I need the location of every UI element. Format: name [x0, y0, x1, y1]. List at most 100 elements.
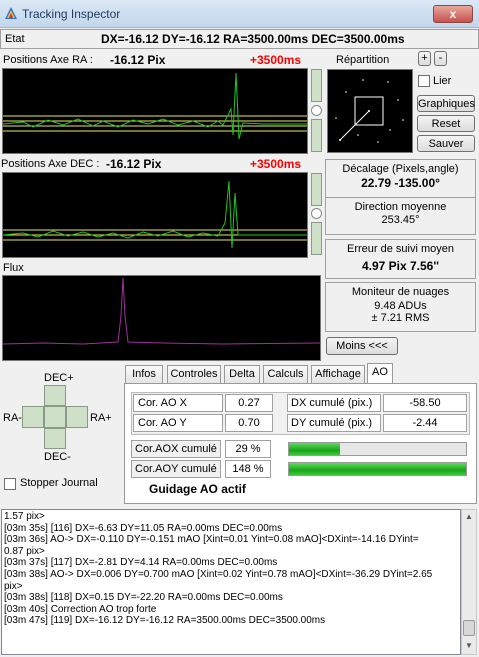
title-bar: Tracking Inspector x [0, 0, 479, 28]
flux-trace [2, 277, 321, 345]
pad-dec-plus-label: DEC+ [44, 372, 74, 384]
direction-value: 253.45° [381, 214, 420, 226]
moniteur-box: Moniteur de nuages 9.48 ADUs ± 7.21 RMS [325, 282, 476, 332]
decalage-box: Décalage (Pixels,angle) 22.79 -135.00° [325, 159, 476, 199]
flux-graph [2, 275, 321, 361]
direction-title: Direction moyenne [354, 201, 447, 213]
lier-label: Lier [433, 75, 452, 87]
ao-status: Guidage AO actif [149, 482, 246, 496]
reset-button[interactable]: Reset [417, 115, 475, 132]
cor-x-value: 0.27 [225, 394, 273, 412]
zoom-minus-button[interactable]: - [434, 51, 447, 66]
cor-y-label: Cor. AO Y [133, 414, 223, 432]
dx-cumule-value: -58.50 [383, 394, 467, 412]
log-line: [03m 38s] AO-> DX=0.006 DY=0.700 mAO [Xi… [4, 568, 433, 580]
stopper-checkbox[interactable] [4, 478, 16, 490]
dec-scale-down[interactable] [311, 222, 322, 255]
aoy-progress-fill [289, 463, 466, 475]
log-scrollbar[interactable]: ▲ ▼ [461, 509, 477, 655]
moniteur-rms: ± 7.21 RMS [371, 312, 430, 324]
pad-ra-minus-button[interactable] [22, 406, 44, 428]
aoy-cumule-label: Cor.AOY cumulé [131, 460, 221, 478]
ao-panel: Cor. AO X 0.27 DX cumulé (pix.) -58.50 C… [124, 383, 477, 504]
pad-ra-plus-button[interactable] [66, 406, 88, 428]
dec-label: Positions Axe DEC : [1, 158, 100, 170]
ra-radio[interactable] [311, 105, 322, 116]
log-line: [03m 35s] [116] DX=-6.63 DY=11.05 RA=0.0… [4, 522, 283, 534]
log-line: [03m 47s] [119] DX=-16.12 DY=-16.12 RA=3… [4, 615, 326, 627]
dy-cumule-label: DY cumulé (pix.) [287, 414, 381, 432]
erreur-box: Erreur de suivi moyen 4.97 Pix 7.56'' [325, 239, 476, 279]
cor-x-label: Cor. AO X [133, 394, 223, 412]
dx-cumule-label: DX cumulé (pix.) [287, 394, 381, 412]
repartition-scatter [335, 79, 404, 143]
aox-cumule-label: Cor.AOX cumulé [131, 440, 221, 458]
etat-bar: Etat DX=-16.12 DY=-16.12 RA=3500.00ms DE… [0, 29, 479, 49]
pad-center [44, 406, 66, 428]
app-prism-icon [5, 7, 17, 19]
moins-button[interactable]: Moins <<< [326, 337, 398, 355]
scroll-down-icon[interactable]: ▼ [463, 640, 475, 652]
dec-ms: +3500ms [250, 157, 302, 171]
dec-scale-up[interactable] [311, 173, 322, 206]
tab-infos[interactable]: Infos [125, 365, 163, 384]
pad-dec-minus-button[interactable] [44, 428, 66, 449]
close-button[interactable]: x [433, 5, 473, 23]
pad-ra-plus-label: RA+ [90, 412, 112, 424]
dec-graph [2, 172, 308, 258]
dec-pix: -16.12 Pix [106, 157, 162, 171]
scroll-thumb[interactable] [463, 620, 475, 636]
log-line: [03m 38s] [118] DX=0.15 DY=-22.20 RA=0.0… [4, 592, 283, 604]
graphiques-button[interactable]: Graphiques [417, 95, 475, 112]
pad-dec-plus-button[interactable] [44, 385, 66, 406]
moniteur-adu: 9.48 ADUs [374, 300, 427, 312]
direction-box: Direction moyenne 253.45° [325, 197, 476, 235]
ra-scale-down[interactable] [311, 119, 322, 152]
erreur-value: 4.97 Pix 7.56'' [361, 259, 440, 273]
repartition-label: Répartition [336, 54, 390, 66]
decalage-value: 22.79 -135.00° [361, 176, 440, 190]
tab-delta[interactable]: Delta [224, 365, 260, 384]
ra-graph [2, 68, 308, 154]
aox-cumule-value: 29 % [225, 440, 271, 458]
aox-progress-fill [289, 443, 341, 455]
dy-cumule-value: -2.44 [383, 414, 467, 432]
erreur-title: Erreur de suivi moyen [347, 243, 454, 255]
repartition-plot [327, 69, 413, 153]
log-line: 1.57 pix> [4, 511, 45, 522]
aoy-progress-bar [288, 462, 467, 476]
journal-log[interactable]: 1.57 pix> [03m 35s] [116] DX=-6.63 DY=11… [1, 509, 461, 655]
ra-scale-up[interactable] [311, 69, 322, 102]
ra-pix: -16.12 Pix [110, 53, 166, 67]
log-line: [03m 40s] Correction AO trop forte [4, 603, 157, 615]
log-line: [03m 37s] [117] DX=-2.81 DY=4.14 RA=0.00… [4, 557, 278, 569]
tab-controles[interactable]: Controles [167, 365, 221, 384]
log-line: pix> [4, 580, 23, 592]
window-title: Tracking Inspector [22, 7, 121, 21]
decalage-title: Décalage (Pixels,angle) [342, 163, 459, 175]
flux-label: Flux [3, 262, 24, 274]
ra-trace [2, 72, 307, 140]
dec-radio[interactable] [311, 208, 322, 219]
etat-value: DX=-16.12 DY=-16.12 RA=3500.00ms DEC=350… [101, 32, 405, 46]
scroll-up-icon[interactable]: ▲ [463, 511, 475, 523]
lier-checkbox[interactable] [418, 75, 430, 87]
pad-ra-minus-label: RA- [3, 412, 22, 424]
cor-y-value: 0.70 [225, 414, 273, 432]
stopper-label: Stopper Journal [20, 477, 98, 489]
aox-progress-bar [288, 442, 467, 456]
etat-label: Etat [5, 33, 25, 45]
ra-label: Positions Axe RA : [3, 54, 93, 66]
aoy-cumule-value: 148 % [225, 460, 271, 478]
zoom-plus-button[interactable]: + [418, 51, 431, 66]
tab-affichage[interactable]: Affichage [311, 365, 365, 384]
moniteur-title: Moniteur de nuages [351, 286, 450, 298]
log-line: 0.87 pix> [4, 545, 45, 557]
dec-trace [2, 180, 307, 249]
tab-calculs[interactable]: Calculs [263, 365, 308, 384]
pad-dec-minus-label: DEC- [44, 451, 71, 463]
ra-ms: +3500ms [250, 53, 302, 67]
tab-ao[interactable]: AO [367, 363, 393, 384]
sauver-button[interactable]: Sauver [417, 135, 475, 152]
log-line: [03m 36s] AO-> DX=-0.110 DY=-0.151 mAO [… [4, 534, 419, 546]
